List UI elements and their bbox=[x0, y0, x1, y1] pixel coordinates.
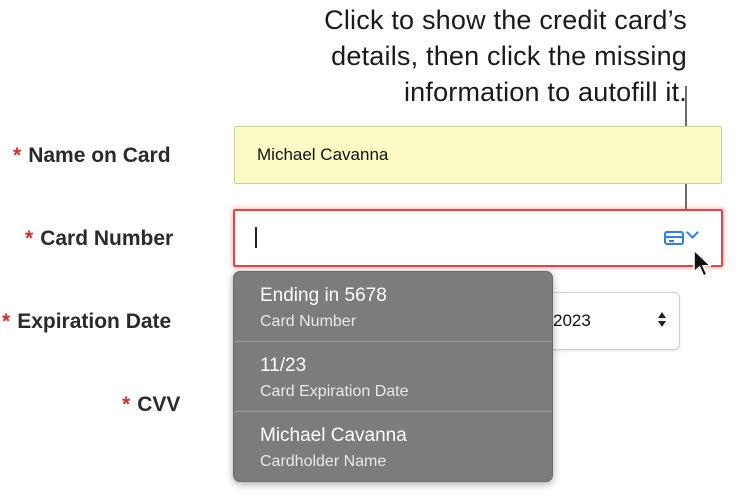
credit-card-icon[interactable] bbox=[664, 231, 684, 245]
required-marker: * bbox=[2, 310, 11, 333]
callout-line-1: Click to show the credit card’s bbox=[324, 5, 687, 35]
card-number-label: * Card Number bbox=[25, 227, 174, 250]
card-number-field[interactable] bbox=[233, 209, 723, 267]
cvv-label: * CVV bbox=[122, 393, 181, 416]
name-on-card-label: * Name on Card bbox=[13, 144, 171, 167]
up-down-arrows-icon bbox=[658, 312, 666, 328]
text-caret bbox=[255, 227, 257, 248]
autofill-menu: Ending in 5678 Card Number 11/23 Card Ex… bbox=[233, 271, 553, 482]
mouse-pointer-icon bbox=[693, 249, 712, 277]
name-on-card-field[interactable]: Michael Cavanna bbox=[234, 126, 722, 184]
expiration-date-label: * Expiration Date bbox=[2, 310, 172, 333]
required-marker: * bbox=[122, 393, 131, 416]
required-marker: * bbox=[25, 227, 34, 250]
required-marker: * bbox=[13, 144, 22, 167]
callout-line-2: details, then click the missing bbox=[331, 41, 687, 71]
autofill-item-card-number[interactable]: Ending in 5678 Card Number bbox=[234, 272, 552, 340]
expiration-year-value: 2023 bbox=[553, 311, 591, 330]
autofill-item-cardholder[interactable]: Michael Cavanna Cardholder Name bbox=[234, 411, 552, 480]
callout-line-3: information to autofill it. bbox=[403, 77, 687, 107]
callout-text: Click to show the credit card’s details,… bbox=[324, 2, 687, 110]
autofill-item-expiration[interactable]: 11/23 Card Expiration Date bbox=[234, 341, 552, 410]
